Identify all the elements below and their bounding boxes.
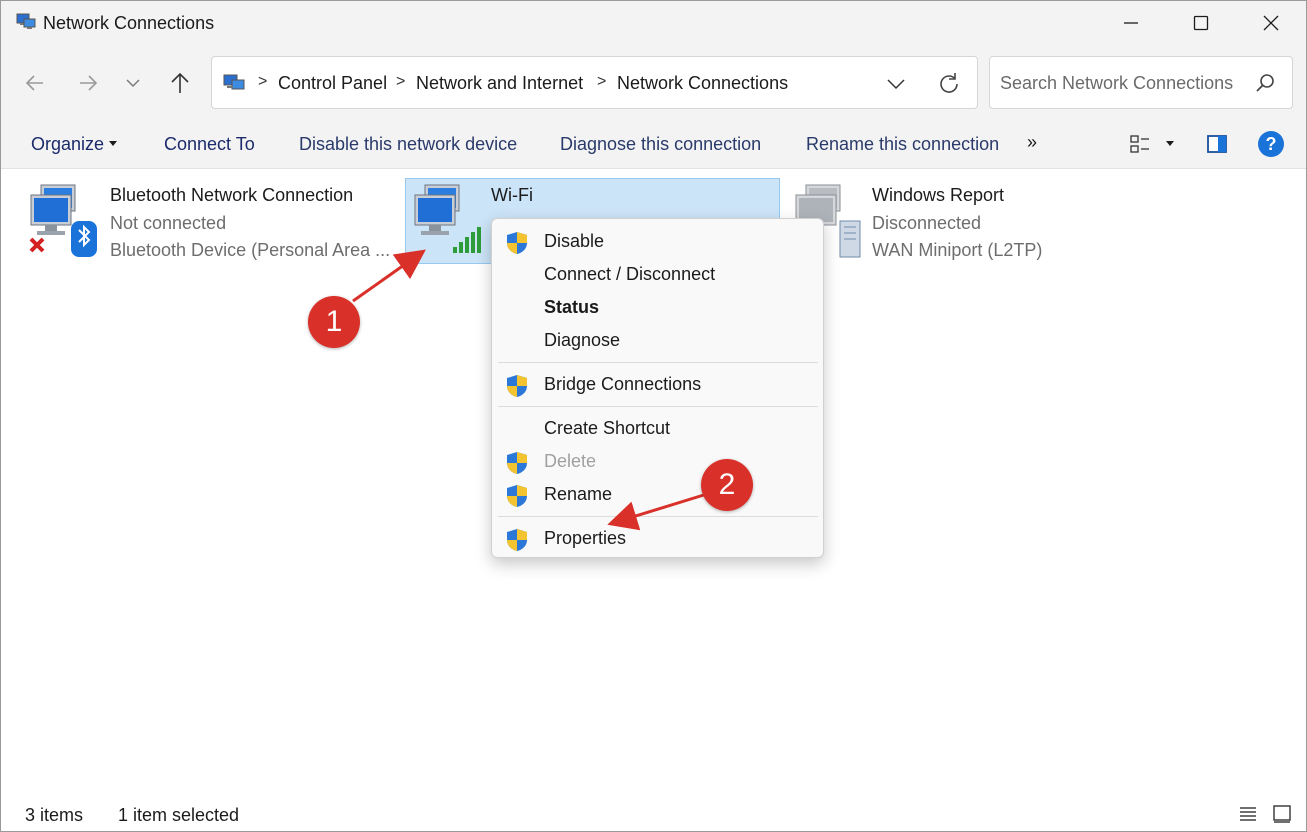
recent-locations-button[interactable] (115, 67, 151, 99)
menu-item-bridge-connections[interactable]: Bridge Connections (492, 369, 823, 402)
maximize-icon (1193, 15, 1209, 31)
connection-name: Wi-Fi (491, 185, 533, 205)
refresh-icon[interactable] (935, 70, 963, 98)
minimize-icon (1124, 22, 1138, 24)
menu-item-label: Diagnose (544, 330, 621, 350)
selection-count: 1 item selected (118, 805, 240, 825)
annotation-badge-2: 2 (701, 459, 753, 511)
arrow-left-icon (25, 75, 43, 91)
connection-item-windows-report[interactable]: Windows Report Disconnected WAN Miniport… (786, 169, 1186, 269)
disable-device-button[interactable]: Disable this network device (299, 134, 517, 155)
breadcrumb-separator: > (597, 73, 607, 90)
large-icons-view-icon[interactable] (1272, 804, 1292, 824)
connection-name: Windows Report (872, 185, 1005, 205)
menu-item-create-shortcut[interactable]: Create Shortcut (492, 413, 823, 446)
menu-item-connect-disconnect[interactable]: Connect / Disconnect (492, 259, 823, 292)
rename-connection-button[interactable]: Rename this connection (806, 134, 999, 155)
search-box[interactable] (989, 56, 1293, 109)
minimize-button[interactable] (1096, 1, 1166, 45)
organize-button[interactable]: Organize (31, 134, 104, 155)
search-input[interactable] (1000, 70, 1240, 96)
menu-item-label: Connect / Disconnect (544, 264, 716, 284)
search-icon (1256, 74, 1274, 92)
annotation-badge-1: 1 (308, 296, 360, 348)
uac-shield-icon (507, 485, 527, 507)
explorer-window: Network Connections > Control Panel > Ne… (0, 0, 1307, 832)
connection-item-bluetooth[interactable]: Bluetooth Network Connection Not connect… (1, 169, 391, 269)
connection-status: Not connected (110, 213, 227, 233)
menu-separator (498, 362, 818, 363)
details-view-icon[interactable] (1238, 804, 1258, 824)
connection-name: Bluetooth Network Connection (110, 185, 354, 205)
address-bar[interactable]: > Control Panel > Network and Internet >… (211, 56, 978, 109)
chevron-down-icon (126, 79, 140, 88)
menu-item-label: Rename (544, 484, 613, 504)
window-title: Network Connections (43, 13, 215, 33)
menu-item-delete: Delete (492, 446, 823, 479)
menu-item-status[interactable]: Status (492, 292, 823, 325)
caret-down-icon[interactable] (1166, 141, 1174, 146)
connect-to-button[interactable]: Connect To (164, 134, 255, 155)
connection-status: Disconnected (872, 213, 982, 233)
menu-item-label: Delete (544, 451, 597, 471)
uac-shield-icon (507, 452, 527, 474)
wifi-network-icon (414, 184, 481, 253)
menu-item-label: Create Shortcut (544, 418, 671, 438)
status-bar: 3 items 1 item selected (1, 797, 1306, 831)
diagnose-connection-button[interactable]: Diagnose this connection (560, 134, 761, 155)
connection-device: Bluetooth Device (Personal Area ... (110, 240, 391, 260)
breadcrumb-separator: > (258, 73, 268, 90)
forward-button[interactable] (70, 67, 106, 99)
breadcrumb-control-panel[interactable]: Control Panel (278, 73, 387, 94)
bluetooth-network-icon (29, 184, 97, 257)
help-icon[interactable]: ? (1258, 131, 1284, 157)
menu-item-diagnose[interactable]: Diagnose (492, 325, 823, 358)
uac-shield-icon (507, 232, 527, 254)
navigation-bar: > Control Panel > Network and Internet >… (1, 45, 1306, 121)
menu-item-label: Properties (544, 528, 627, 548)
breadcrumb-network-and-internet[interactable]: Network and Internet (416, 73, 583, 94)
menu-separator (498, 516, 818, 517)
title-bar: Network Connections (1, 1, 1306, 45)
change-view-icon[interactable] (1129, 133, 1151, 155)
breadcrumb-network-connections[interactable]: Network Connections (617, 73, 788, 94)
close-icon (1263, 15, 1279, 31)
uac-shield-icon (507, 375, 527, 397)
uac-shield-icon (507, 529, 527, 551)
arrow-right-icon (80, 75, 98, 91)
more-commands-button[interactable]: » (1027, 132, 1037, 153)
menu-item-disable[interactable]: Disable (492, 226, 823, 259)
command-bar: Organize Connect To Disable this network… (1, 121, 1306, 169)
caret-down-icon (109, 141, 117, 146)
menu-item-properties[interactable]: Properties (492, 523, 823, 556)
back-button[interactable] (17, 67, 53, 99)
breadcrumb-separator: > (396, 73, 406, 90)
up-button[interactable] (162, 67, 198, 99)
menu-item-label: Status (544, 297, 600, 317)
close-button[interactable] (1236, 1, 1306, 45)
maximize-button[interactable] (1166, 1, 1236, 45)
connection-device: WAN Miniport (L2TP) (872, 240, 1043, 260)
menu-item-rename[interactable]: Rename (492, 479, 823, 512)
context-menu: Disable Connect / Disconnect Status Diag… (491, 218, 824, 558)
network-connections-app-icon (16, 13, 36, 29)
chevron-down-icon[interactable] (884, 72, 908, 96)
control-panel-icon (223, 74, 245, 90)
arrow-up-icon (171, 72, 189, 93)
preview-pane-icon[interactable] (1206, 133, 1228, 155)
item-count: 3 items (25, 805, 84, 825)
menu-separator (498, 406, 818, 407)
menu-item-label: Bridge Connections (544, 374, 702, 394)
menu-item-label: Disable (544, 231, 605, 251)
